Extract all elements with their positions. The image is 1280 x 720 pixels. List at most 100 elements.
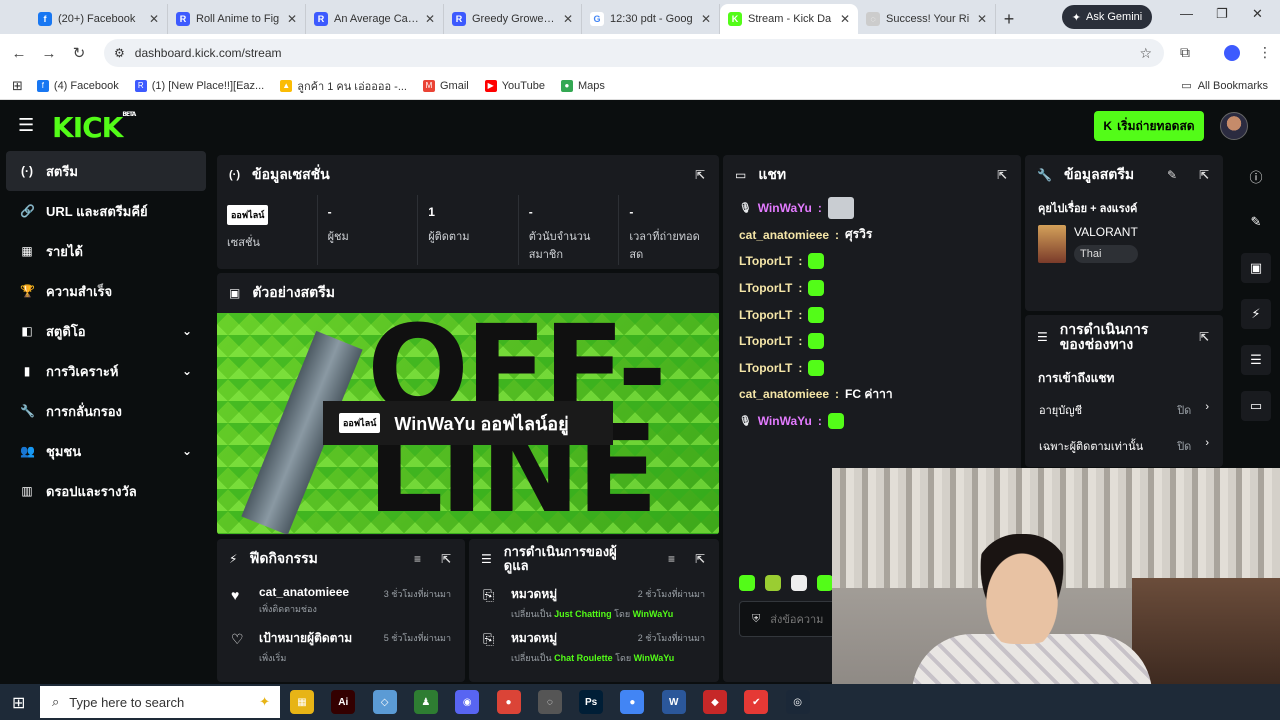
site-info-icon[interactable]: ⚙ (114, 46, 125, 60)
ask-gemini-button[interactable]: ✦ Ask Gemini (1062, 5, 1152, 29)
apps-grid-icon[interactable]: ⊞ (12, 78, 23, 94)
popout-icon[interactable]: ⇱ (695, 552, 705, 566)
taskbar-app-icon[interactable]: W (661, 690, 686, 714)
chat-access-row[interactable]: เฉพาะผู้ติดตามเท่านั้น ปิด › (1025, 428, 1223, 464)
browser-tab[interactable]: R An Average Camp ✕ (306, 4, 444, 34)
close-window-icon[interactable]: ✕ (1252, 6, 1263, 22)
filter-icon[interactable]: ≡ (668, 552, 675, 566)
tab-close-icon[interactable]: ✕ (287, 12, 297, 26)
chat-message[interactable]: LToporLT: (723, 301, 1021, 328)
taskbar-search[interactable]: ⌕ Type here to search ✦ (40, 686, 280, 718)
sidebar-item[interactable]: ◧ สตูดิโอ ⌄ (0, 311, 210, 351)
bookmark-star-icon[interactable]: ☆ (1139, 45, 1152, 62)
bookmark-item[interactable]: M Gmail (422, 77, 469, 95)
reload-icon[interactable]: ↻ (64, 44, 94, 62)
chat-message[interactable]: 🎙 WinWaYu: (723, 195, 1021, 222)
chat-username[interactable]: WinWaYu (758, 201, 812, 215)
chat-message[interactable]: LToporLT: (723, 355, 1021, 382)
hamburger-menu-icon[interactable]: ☰ (18, 115, 34, 136)
popout-icon[interactable]: ⇱ (441, 552, 451, 566)
browser-tab[interactable]: R Greedy Growers | ✕ (444, 4, 582, 34)
filter-icon[interactable]: ≡ (414, 552, 421, 566)
chevron-down-icon[interactable]: ⌄ (182, 364, 192, 378)
preview-icon[interactable]: ▣ (1241, 253, 1271, 283)
popout-icon[interactable]: ⇱ (1199, 330, 1209, 345)
tab-close-icon[interactable]: ✕ (563, 12, 573, 26)
browser-tab[interactable]: ◌ Success! Your Ri ✕ (858, 4, 996, 34)
taskbar-app-icon[interactable]: ● (496, 690, 521, 714)
bookmark-item[interactable]: ▲ ลูกค้า 1 คน เอ่ออออ -... (280, 77, 407, 95)
popout-icon[interactable]: ⇱ (997, 168, 1007, 182)
info-icon[interactable]: ⓘ (1241, 161, 1271, 191)
chat-message[interactable]: LToporLT: (723, 328, 1021, 355)
chat-message[interactable]: cat_anatomieee: ศุรวิร (723, 222, 1021, 249)
browser-tab[interactable]: G 12:30 pdt - Goog ✕ (582, 4, 720, 34)
emote-button[interactable] (817, 575, 833, 591)
chat-username[interactable]: LToporLT (739, 281, 792, 295)
lightning-icon[interactable]: ⚡ (1241, 299, 1271, 329)
edit-pencil-icon[interactable]: ✎ (1241, 207, 1271, 237)
activity-item[interactable]: ♡ เป้าหมายผู้ติดตาม เพิ่งเริ่ม 5 ชั่วโมงที่… (217, 623, 465, 667)
taskbar-app-icon[interactable]: ▦ (290, 690, 314, 714)
menu-dots-icon[interactable]: ⋮ (1258, 44, 1272, 61)
taskbar-app-icon[interactable]: ◉ (455, 690, 480, 714)
tab-close-icon[interactable]: ✕ (425, 12, 435, 26)
chevron-down-icon[interactable]: ⌄ (182, 324, 192, 338)
sidebar-item[interactable]: ▮ การวิเคราะห์ ⌄ (0, 351, 210, 391)
browser-tab[interactable]: f (20+) Facebook ✕ (30, 4, 168, 34)
taskbar-app-icon[interactable]: Ai (331, 690, 356, 714)
bookmark-item[interactable]: ▶ YouTube (484, 77, 545, 95)
sidebar-item[interactable]: 🔧 การกลั่นกรอง (0, 391, 210, 431)
forward-icon[interactable]: → (34, 45, 64, 62)
sidebar-item[interactable]: ▦ รายได้ (0, 231, 210, 271)
chat-username[interactable]: LToporLT (739, 254, 792, 268)
taskbar-app-icon[interactable]: ◇ (372, 690, 397, 714)
popout-icon[interactable]: ⇱ (695, 168, 705, 182)
tab-close-icon[interactable]: ✕ (149, 12, 159, 26)
sidebar-item[interactable]: (·) สตรีม (6, 151, 206, 191)
bookmark-item[interactable]: ● Maps (560, 77, 605, 95)
maximize-icon[interactable]: ❐ (1216, 6, 1228, 22)
category-name[interactable]: VALORANT (1074, 225, 1138, 239)
chat-message[interactable]: cat_anatomieee: FC ค่าาา (723, 381, 1021, 408)
category-thumbnail[interactable] (1038, 225, 1066, 263)
emote-button[interactable] (791, 575, 807, 591)
kick-logo[interactable]: KICKBETA (52, 111, 136, 144)
windows-start-icon[interactable]: ⊞ (12, 693, 25, 713)
tab-close-icon[interactable]: ✕ (977, 12, 987, 26)
all-bookmarks-button[interactable]: ▭ All Bookmarks (1181, 79, 1268, 93)
user-avatar[interactable] (1220, 112, 1248, 140)
chat-username[interactable]: cat_anatomieee (739, 228, 829, 242)
chat-message[interactable]: LToporLT: (723, 248, 1021, 275)
chat-username[interactable]: LToporLT (739, 334, 792, 348)
extensions-icon[interactable]: ⧉ (1180, 44, 1190, 61)
taskbar-app-icon[interactable]: ● (620, 690, 645, 714)
emote-button[interactable] (765, 575, 781, 591)
chat-username[interactable]: WinWaYu (758, 414, 812, 428)
minimize-icon[interactable]: — (1180, 6, 1193, 21)
chat-username[interactable]: cat_anatomieee (739, 387, 829, 401)
taskbar-app-icon[interactable]: Ps (579, 690, 604, 714)
sidebar-item[interactable]: ▥ ดรอปและรางวัล (0, 471, 210, 511)
mod-action-item[interactable]: ⎘ หมวดหมู่ เปลี่ยนเป็น Chat Roulette โดย W… (469, 623, 719, 667)
chevron-down-icon[interactable]: ⌄ (182, 444, 192, 458)
back-icon[interactable]: ← (4, 45, 34, 62)
emote-button[interactable] (739, 575, 755, 591)
chat-message[interactable]: 🎙 WinWaYu: (723, 408, 1021, 435)
tab-close-icon[interactable]: ✕ (840, 12, 850, 26)
mod-action-item[interactable]: ⎘ หมวดหมู่ เปลี่ยนเป็น Just Chatting โดย W… (469, 579, 719, 623)
chat-message[interactable]: LToporLT: (723, 275, 1021, 302)
go-live-button[interactable]: K เริ่มถ่ายทอดสด (1094, 111, 1204, 141)
new-tab-button[interactable]: + (996, 4, 1022, 34)
bookmark-item[interactable]: f (4) Facebook (36, 77, 119, 95)
browser-tab[interactable]: R Roll Anime to Fig ✕ (168, 4, 306, 34)
edit-pencil-icon[interactable]: ✎ (1167, 168, 1177, 182)
bookmark-item[interactable]: R (1) [New Place!!][Eaz... (134, 77, 264, 95)
taskbar-app-icon[interactable]: ◎ (785, 690, 810, 714)
chat-access-row[interactable]: อายุบัญชี ปิด › (1025, 392, 1223, 428)
address-bar[interactable]: ⚙ dashboard.kick.com/stream ☆ (104, 39, 1164, 67)
sidebar-item[interactable]: 👥 ชุมชน ⌄ (0, 431, 210, 471)
taskbar-app-icon[interactable]: ◆ (703, 690, 727, 714)
taskbar-app-icon[interactable]: ✔ (744, 690, 769, 714)
tab-close-icon[interactable]: ✕ (701, 12, 711, 26)
